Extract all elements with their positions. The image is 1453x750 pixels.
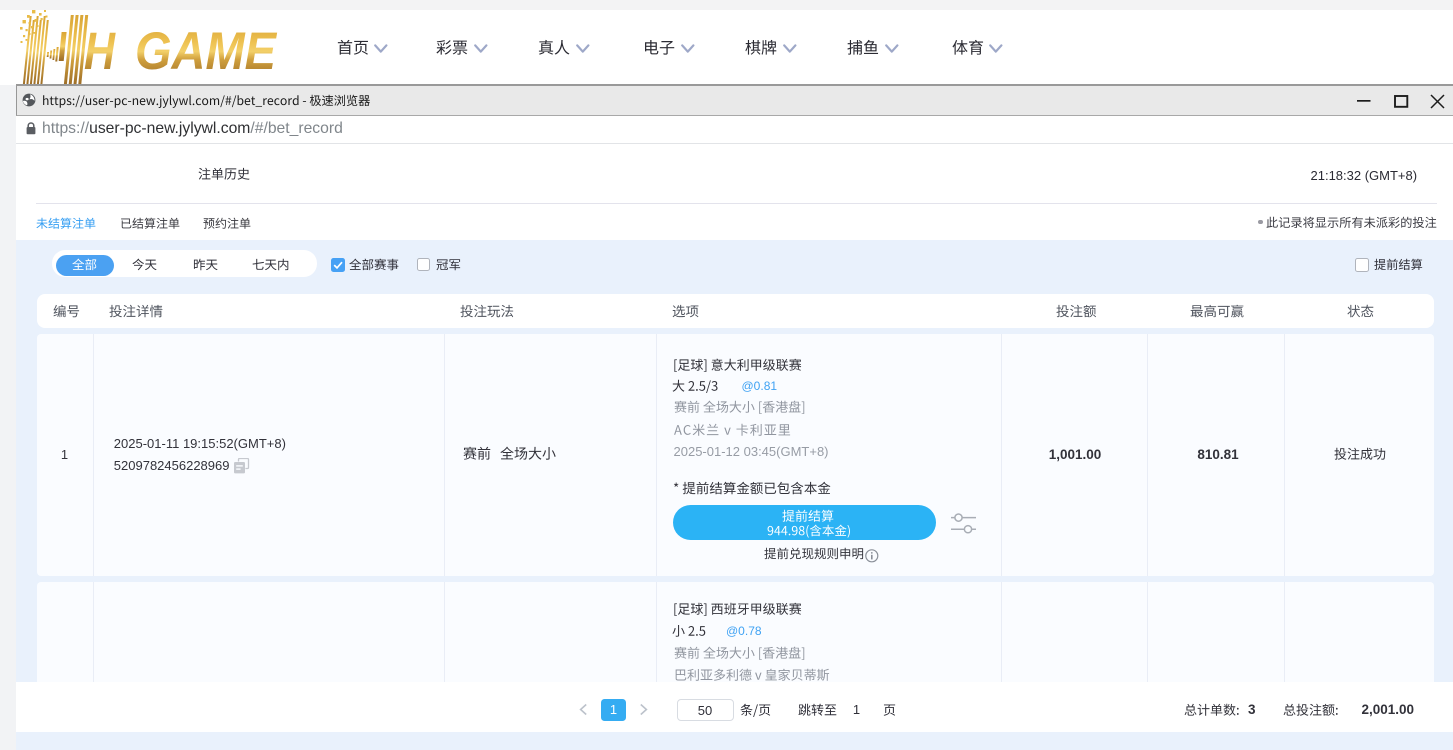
svg-text:GAME: GAME [135, 22, 277, 81]
svg-text:H: H [84, 22, 116, 81]
